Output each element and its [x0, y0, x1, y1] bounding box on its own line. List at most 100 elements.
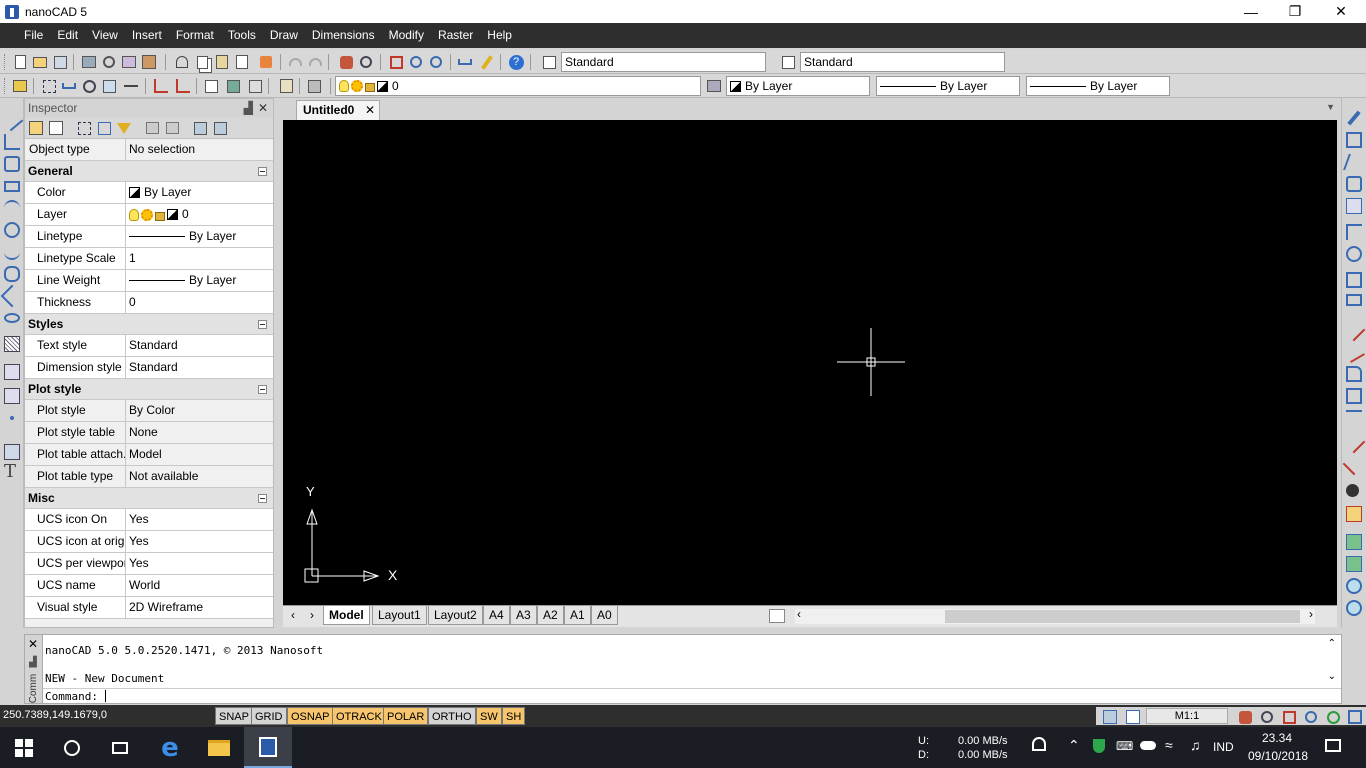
lengthen-icon[interactable]: [1342, 430, 1366, 454]
annotation-scale[interactable]: M1:1: [1146, 708, 1228, 724]
erase-icon[interactable]: [1347, 110, 1361, 126]
break-icon[interactable]: [1346, 410, 1362, 426]
attribute-icon[interactable]: [246, 77, 264, 95]
insert-tool-icon[interactable]: [4, 388, 20, 404]
copy-object-icon[interactable]: [1346, 132, 1362, 148]
menu-edit[interactable]: Edit: [50, 23, 85, 48]
prop-value[interactable]: Yes: [126, 531, 273, 552]
input-indicator-icon[interactable]: ⌨: [1116, 739, 1133, 753]
menu-draw[interactable]: Draw: [263, 23, 305, 48]
explode-icon[interactable]: [1346, 484, 1359, 497]
snap-toggle[interactable]: SNAP: [215, 707, 253, 725]
menu-file[interactable]: File: [17, 23, 50, 48]
ellipse-tool-icon[interactable]: [4, 313, 20, 323]
prop-value[interactable]: No selection: [126, 139, 273, 160]
defender-shield-icon[interactable]: [1093, 739, 1105, 753]
scale-icon[interactable]: [1346, 272, 1362, 288]
otrack-toggle[interactable]: OTRACK: [332, 707, 386, 725]
expand-all-icon[interactable]: [191, 119, 209, 137]
collapse-all-icon[interactable]: [211, 119, 229, 137]
paste-icon[interactable]: [213, 53, 231, 71]
task-view-button[interactable]: [96, 727, 144, 768]
layout-tab-a2[interactable]: A2: [537, 606, 564, 625]
menu-raster[interactable]: Raster: [431, 23, 480, 48]
hatch-tool-icon[interactable]: [4, 336, 20, 352]
region-icon[interactable]: [1346, 578, 1362, 594]
quick-select-icon[interactable]: [75, 119, 93, 137]
onedrive-cloud-icon[interactable]: [1140, 741, 1156, 750]
layer-previous-icon[interactable]: [705, 77, 723, 95]
command-scroll-up-icon[interactable]: ⌃: [1328, 638, 1336, 649]
polygon-tool-icon[interactable]: [4, 156, 20, 172]
polar-settings-icon[interactable]: [174, 77, 192, 95]
open-file-icon[interactable]: [31, 53, 49, 71]
array-icon[interactable]: [1346, 198, 1362, 214]
collapse-icon[interactable]: [258, 494, 267, 503]
rectangle-tool-icon[interactable]: [4, 181, 20, 192]
pin-icon[interactable]: ▟: [244, 99, 253, 117]
boundary-icon[interactable]: [1346, 600, 1362, 616]
polyline-tool-icon[interactable]: [4, 134, 20, 150]
close-button[interactable]: ✕: [1318, 0, 1364, 23]
trim-icon[interactable]: [1342, 318, 1366, 342]
fullscreen-icon[interactable]: [1346, 708, 1364, 726]
prop-value[interactable]: Yes: [126, 553, 273, 574]
layout-tab-layout2[interactable]: Layout2: [428, 606, 483, 625]
offset-icon[interactable]: [1346, 176, 1362, 192]
group-icon[interactable]: [1346, 534, 1362, 550]
extend-icon[interactable]: [1343, 341, 1365, 363]
circle-tool-icon[interactable]: [80, 77, 98, 95]
dim-style-combo[interactable]: Standard: [800, 52, 1005, 72]
fillet-icon[interactable]: [1346, 366, 1362, 382]
nanocad-taskbar-app[interactable]: [244, 727, 292, 768]
tab-scroll-left-icon[interactable]: ‹: [291, 608, 295, 622]
match-properties-icon[interactable]: [257, 53, 275, 71]
command-pin-icon[interactable]: ▟: [29, 657, 37, 668]
volume-icon[interactable]: ♫: [1190, 737, 1201, 753]
table-tool-icon[interactable]: [4, 444, 20, 460]
model-space-icon[interactable]: [1101, 708, 1119, 726]
menu-dimensions[interactable]: Dimensions: [305, 23, 382, 48]
file-explorer-app[interactable]: [195, 727, 243, 768]
filter-icon[interactable]: [115, 119, 133, 137]
grid-toggle[interactable]: GRID: [251, 707, 287, 725]
select-icon[interactable]: [40, 77, 58, 95]
measure-icon[interactable]: [478, 53, 496, 71]
publish-icon[interactable]: [120, 53, 138, 71]
import-icon[interactable]: [163, 119, 181, 137]
tab-scroll-right-icon[interactable]: ›: [310, 608, 314, 622]
sw-toggle[interactable]: SW: [476, 707, 502, 725]
new-file-icon[interactable]: [11, 53, 29, 71]
text-style-icon[interactable]: [540, 53, 558, 71]
copy-icon[interactable]: [193, 53, 211, 71]
help-icon[interactable]: ?: [507, 53, 525, 71]
pan-icon[interactable]: [337, 53, 355, 71]
freehand-tool-icon[interactable]: [0, 284, 24, 308]
dim-style-icon[interactable]: [779, 53, 797, 71]
move-icon[interactable]: [1346, 224, 1362, 240]
zoom-realtime-icon[interactable]: [357, 53, 375, 71]
group-styles[interactable]: Styles: [25, 314, 273, 335]
minimize-button[interactable]: —: [1228, 0, 1274, 23]
circle-tool-icon-left[interactable]: [4, 222, 20, 238]
menu-insert[interactable]: Insert: [125, 23, 169, 48]
layout-tab-layout1[interactable]: Layout1: [372, 606, 427, 625]
color-combo[interactable]: By Layer: [726, 76, 870, 96]
action-center-icon[interactable]: [1325, 739, 1341, 752]
scroll-left-arrow-icon[interactable]: ‹: [797, 607, 801, 621]
wifi-icon[interactable]: ≈: [1165, 737, 1173, 753]
horizontal-scrollbar[interactable]: ‹ ›: [795, 607, 1315, 624]
snap-settings-icon[interactable]: [152, 77, 170, 95]
properties-icon[interactable]: [277, 77, 295, 95]
tray-chevron-up-icon[interactable]: ⌃: [1068, 737, 1080, 754]
menu-help[interactable]: Help: [480, 23, 519, 48]
layout-tab-a4[interactable]: A4: [483, 606, 510, 625]
edge-app[interactable]: e: [146, 727, 194, 768]
tab-list-chevron-icon[interactable]: ▼: [1326, 102, 1335, 112]
prop-value[interactable]: 0: [126, 292, 273, 313]
arc-tool-icon[interactable]: [4, 200, 20, 216]
menu-format[interactable]: Format: [169, 23, 221, 48]
clock-time[interactable]: 23.34: [1262, 731, 1292, 745]
insert-raster-icon[interactable]: [224, 77, 242, 95]
design-center-icon[interactable]: [140, 53, 158, 71]
